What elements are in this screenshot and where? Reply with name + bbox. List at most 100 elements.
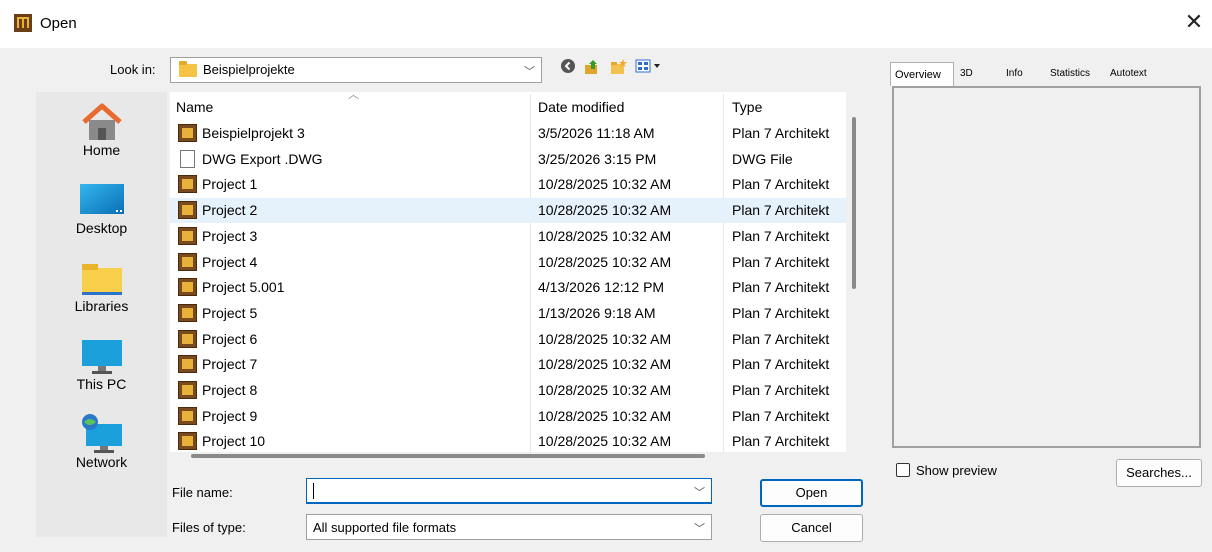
file-date-cell: 1/13/2026 9:18 AM [538, 304, 656, 321]
file-row[interactable]: Project 2 10/28/2025 10:32 AM Plan 7 Archi… [170, 198, 846, 224]
horizontal-scrollbar[interactable] [191, 454, 705, 458]
file-type-cell: Plan 7 Architekt [732, 253, 830, 270]
plan7-icon [178, 329, 197, 348]
file-row[interactable]: Project 3 10/28/2025 10:32 AM Plan 7 Archi… [170, 224, 846, 249]
tab-info[interactable]: Info [1002, 62, 1042, 86]
file-type-value: All supported file formats [313, 520, 457, 535]
file-type-cell: DWG File [732, 150, 793, 167]
network-icon [80, 414, 124, 454]
file-date-cell: 4/13/2026 12:12 PM [538, 279, 665, 296]
tab-overview[interactable]: Overview [890, 62, 954, 86]
file-date-cell: 10/28/2025 10:32 AM [538, 253, 672, 270]
places-bar: Home Desktop Libraries This PC Network [36, 92, 167, 537]
file-date-cell: 10/28/2025 10:32 AM [538, 382, 672, 398]
file-date-cell: 10/28/2025 10:32 AM [538, 330, 672, 347]
file-name-cell: Project 8 [202, 382, 258, 398]
file-date-cell: 10/28/2025 10:32 AM [538, 176, 672, 193]
file-row[interactable]: Project 9 10/28/2025 10:32 AM Plan 7 Archi… [170, 404, 846, 429]
close-icon[interactable]: ✕ [1182, 10, 1206, 34]
file-list[interactable]: Name ︿ Date modified Type Beispielprojek… [170, 92, 846, 452]
file-name-cell: Project 5 [202, 304, 258, 321]
file-type-cell: Plan 7 Architekt [732, 382, 830, 398]
file-row[interactable]: Project 5 1/13/2026 9:18 AM Plan 7 Archite… [170, 301, 846, 326]
plan7-icon [178, 226, 197, 245]
libraries-icon [80, 258, 124, 298]
plan7-icon [178, 278, 197, 297]
view-menu-icon[interactable] [634, 58, 666, 78]
file-type-cell: Plan 7 Architekt [732, 202, 830, 219]
file-row[interactable]: Project 7 10/28/2025 10:32 AM Plan 7 Archi… [170, 352, 846, 377]
look-in-dropdown[interactable]: Beispielprojekte ﹀ [170, 57, 542, 83]
chevron-down-icon[interactable]: ﹀ [694, 484, 705, 500]
file-type-label: Files of type: [172, 520, 246, 535]
file-date-cell: 10/28/2025 10:32 AM [538, 433, 672, 450]
window-title: Open [40, 15, 77, 32]
column-header-type[interactable]: Type [732, 92, 842, 120]
plan7-icon [178, 175, 197, 194]
file-type-cell: Plan 7 Architekt [732, 227, 830, 244]
place-network[interactable]: Network [36, 414, 167, 470]
file-name-input[interactable]: ﹀ [306, 478, 712, 504]
place-libraries[interactable]: Libraries [36, 258, 167, 314]
file-name-cell: Project 5.001 [202, 279, 285, 296]
file-type-cell: Plan 7 Architekt [732, 125, 830, 141]
file-row[interactable]: Beispielprojekt 3 3/5/2026 11:18 AM Plan 7… [170, 121, 846, 146]
tab-autotext[interactable]: Autotext [1106, 62, 1162, 86]
place-label: This PC [76, 376, 127, 392]
file-name-cell: Beispielprojekt 3 [202, 125, 305, 141]
plan7-icon [178, 303, 197, 322]
plan7-icon [178, 381, 197, 399]
preview-area [892, 86, 1201, 448]
plan7-icon [178, 201, 197, 220]
file-name-cell: Project 2 [202, 202, 258, 219]
open-button[interactable]: Open [760, 479, 863, 507]
place-label: Desktop [75, 220, 128, 236]
plan7-app-icon [14, 14, 32, 32]
file-name-cell: Project 6 [202, 330, 258, 347]
up-folder-icon[interactable] [582, 58, 602, 78]
show-preview-label: Show preview [916, 463, 997, 478]
file-type-cell: Plan 7 Architekt [732, 356, 830, 373]
new-folder-icon[interactable] [608, 58, 628, 78]
file-type-cell: Plan 7 Architekt [732, 433, 830, 450]
place-desktop[interactable]: Desktop [36, 180, 167, 236]
file-row[interactable]: Project 6 10/28/2025 10:32 AM Plan 7 Archi… [170, 327, 846, 352]
file-row[interactable]: Project 10 10/28/2025 10:32 AM Plan 7 Arch… [170, 429, 846, 452]
look-in-label: Look in: [110, 62, 156, 77]
tab-statistics[interactable]: Statistics [1046, 62, 1104, 86]
place-this-pc[interactable]: This PC [36, 336, 167, 392]
file-type-dropdown[interactable]: All supported file formats ﹀ [306, 514, 712, 540]
plan7-icon [178, 355, 197, 374]
back-icon[interactable] [558, 58, 578, 78]
text-cursor [313, 483, 314, 499]
file-name-cell: Project 1 [202, 176, 258, 193]
searches-button[interactable]: Searches... [1116, 459, 1202, 487]
vertical-scrollbar[interactable] [852, 117, 856, 289]
folder-icon [179, 61, 197, 77]
chevron-down-icon: ﹀ [694, 523, 705, 535]
cancel-button[interactable]: Cancel [760, 514, 863, 542]
file-type-cell: Plan 7 Architekt [732, 304, 830, 321]
place-home[interactable]: Home [36, 102, 167, 158]
column-header-date[interactable]: Date modified [538, 92, 718, 120]
file-type-cell: Plan 7 Architekt [732, 279, 830, 296]
file-row[interactable]: Project 5.001 4/13/2026 12:12 PM Plan 7 Ar… [170, 275, 846, 300]
file-row[interactable]: Project 4 10/28/2025 10:32 AM Plan 7 Archi… [170, 250, 846, 275]
place-label: Network [75, 454, 128, 470]
tab-3d[interactable]: 3D [956, 62, 996, 86]
file-date-cell: 3/5/2026 11:18 AM [538, 125, 655, 141]
look-in-value: Beispielprojekte [203, 62, 295, 77]
file-row[interactable]: DWG Export .DWG 3/25/2026 3:15 PM DWG File [170, 147, 846, 172]
show-preview-checkbox[interactable] [896, 463, 910, 477]
document-icon [180, 149, 195, 168]
place-label: Home [82, 142, 121, 158]
file-type-cell: Plan 7 Architekt [732, 407, 830, 424]
file-row[interactable]: Project 1 10/28/2025 10:32 AM Plan 7 Archi… [170, 172, 846, 197]
file-date-cell: 10/28/2025 10:32 AM [538, 356, 672, 373]
file-row[interactable]: Project 8 10/28/2025 10:32 AM Plan 7 Archi… [170, 378, 846, 403]
this-pc-icon [80, 336, 124, 376]
plan7-icon [178, 432, 197, 451]
plan7-icon [178, 406, 197, 425]
place-label: Libraries [74, 298, 129, 314]
file-type-cell: Plan 7 Architekt [732, 176, 830, 193]
